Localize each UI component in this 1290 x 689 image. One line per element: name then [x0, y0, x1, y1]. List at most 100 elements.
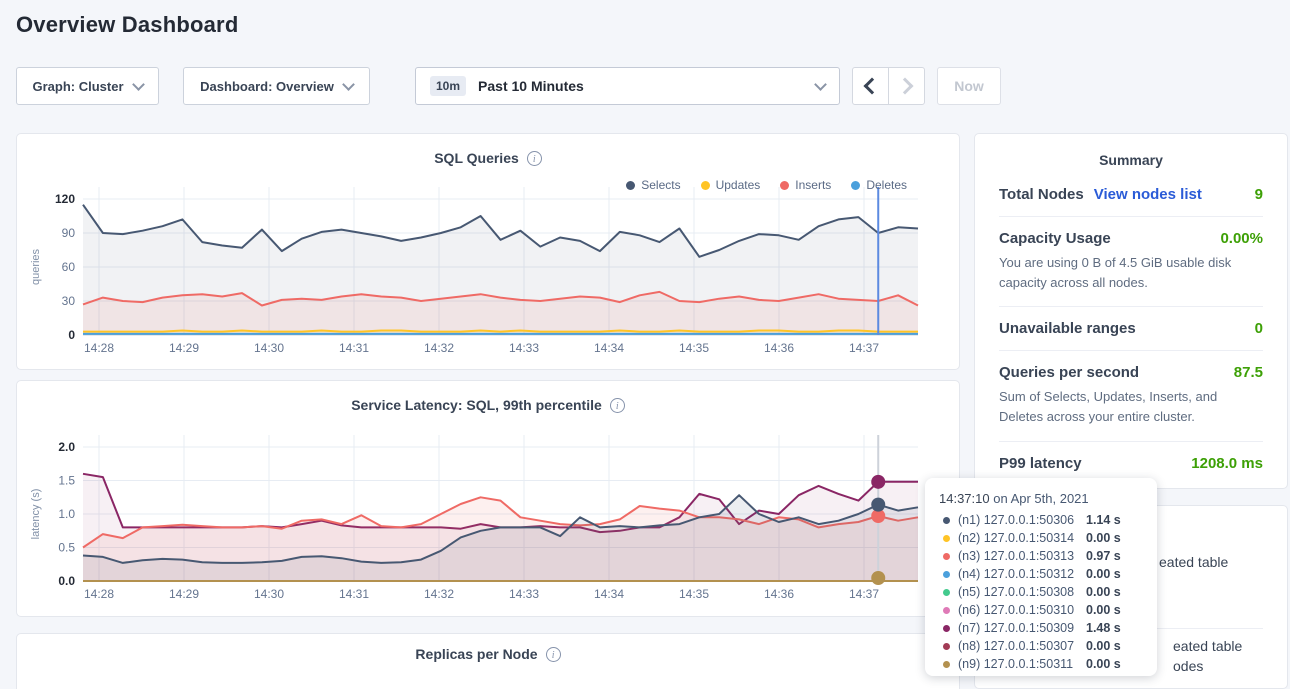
time-range-badge: 10m: [430, 76, 466, 96]
total-nodes-value: 9: [1255, 186, 1263, 203]
sql-queries-chart[interactable]: 14:2814:2914:3014:3114:3214:3314:3414:35…: [17, 134, 961, 371]
chevron-down-icon: [132, 78, 145, 91]
overview-dashboard-page: Overview Dashboard Graph: Cluster Dashbo…: [0, 0, 1290, 689]
service-latency-panel: Service Latency: SQL, 99th percentile i …: [16, 380, 960, 617]
svg-text:14:30: 14:30: [254, 341, 284, 355]
inserts-dot-icon: [780, 181, 789, 190]
now-button-disabled[interactable]: Now: [937, 67, 1001, 105]
tooltip-node-value: 0.00 s: [1086, 657, 1121, 671]
legend-item-deletes[interactable]: Deletes: [851, 178, 907, 192]
tooltip-row: (n3) 127.0.0.1:503130.97 s: [939, 547, 1143, 565]
node-dot-icon: [943, 607, 950, 614]
updates-dot-icon: [701, 181, 710, 190]
chevron-right-icon: [897, 78, 914, 95]
svg-text:latency (s): latency (s): [30, 489, 42, 540]
tooltip-node-label: (n6) 127.0.0.1:50310: [958, 603, 1082, 617]
tooltip-row: (n4) 127.0.0.1:50312 0.00 s: [939, 565, 1143, 583]
chevron-left-icon: [864, 78, 881, 95]
svg-text:14:36: 14:36: [764, 341, 794, 355]
svg-text:14:33: 14:33: [509, 587, 539, 601]
svg-text:14:30: 14:30: [254, 587, 284, 601]
replicas-per-node-panel: Replicas per Node i: [16, 633, 960, 689]
tooltip-row: (n6) 127.0.0.1:503100.00 s: [939, 601, 1143, 619]
deletes-dot-icon: [851, 181, 860, 190]
service-latency-chart[interactable]: 14:28 14:29 14:30 14:31 14:32 14:33 14:34 14:35…: [17, 381, 961, 618]
info-icon[interactable]: i: [527, 151, 542, 166]
event-item-fragment[interactable]: odes: [1173, 658, 1203, 674]
chevron-down-icon: [814, 78, 827, 91]
node-dot-icon: [943, 589, 950, 596]
event-item-fragment[interactable]: eated table: [1173, 638, 1242, 654]
legend-item-selects[interactable]: Selects: [626, 178, 680, 192]
svg-text:0.5: 0.5: [58, 541, 75, 555]
summary-panel: Summary Total Nodes View nodes list 9 Ca…: [974, 133, 1288, 489]
svg-text:1.0: 1.0: [58, 507, 75, 521]
tooltip-node-value: 0.00 s: [1086, 567, 1121, 581]
page-title: Overview Dashboard: [16, 12, 238, 38]
tooltip-row: (n2) 127.0.0.1:50314 0.00 s: [939, 529, 1143, 547]
tooltip-node-label: (n4) 127.0.0.1:50312: [958, 567, 1082, 581]
dashboard-selector-dropdown[interactable]: Dashboard: Overview: [183, 67, 370, 105]
service-latency-title: Service Latency: SQL, 99th percentile: [351, 397, 602, 413]
total-nodes-label: Total Nodes: [999, 186, 1084, 203]
svg-text:14:29: 14:29: [169, 587, 199, 601]
svg-text:14:32: 14:32: [424, 341, 454, 355]
svg-text:14:35: 14:35: [679, 587, 709, 601]
svg-text:2.0: 2.0: [58, 440, 75, 454]
tooltip-node-label: (n9) 127.0.0.1:50311: [958, 657, 1082, 671]
node-dot-icon: [943, 517, 950, 524]
svg-text:14:37: 14:37: [849, 341, 879, 355]
view-nodes-list-link[interactable]: View nodes list: [1094, 186, 1202, 203]
legend-item-updates[interactable]: Updates: [701, 178, 761, 192]
tooltip-node-value: 1.14 s: [1086, 513, 1121, 527]
tooltip-row: (n9) 127.0.0.1:50311 0.00 s: [939, 655, 1143, 673]
svg-text:0: 0: [68, 328, 75, 342]
time-back-button[interactable]: [852, 67, 889, 105]
tooltip-row: (n5) 127.0.0.1:503080.00 s: [939, 583, 1143, 601]
svg-text:60: 60: [62, 260, 76, 274]
info-icon[interactable]: i: [546, 647, 561, 662]
tooltip-node-label: (n8) 127.0.0.1:50307: [958, 639, 1082, 653]
replicas-per-node-title: Replicas per Node: [415, 646, 537, 662]
node-dot-icon: [943, 643, 950, 650]
capacity-usage-description: You are using 0 B of 4.5 GiB usable disk…: [999, 253, 1263, 293]
svg-text:14:28: 14:28: [84, 587, 114, 601]
unavailable-ranges-row: Unavailable ranges 0: [999, 306, 1263, 350]
svg-text:30: 30: [62, 294, 76, 308]
tooltip-row: (n1) 127.0.0.1:50306 1.14 s: [939, 511, 1143, 529]
event-item-fragment[interactable]: eated table: [1159, 554, 1228, 570]
svg-text:90: 90: [62, 226, 76, 240]
legend-item-inserts[interactable]: Inserts: [780, 178, 831, 192]
tooltip-node-value: 0.00 s: [1086, 585, 1121, 599]
tooltip-timestamp: 14:37:10 on Apr 5th, 2021: [939, 491, 1143, 506]
now-button-label: Now: [954, 78, 984, 94]
tooltip-row: (n8) 127.0.0.1:50307 0.00 s: [939, 637, 1143, 655]
queries-per-second-value: 87.5: [1234, 364, 1263, 381]
tooltip-node-value: 0.00 s: [1086, 531, 1121, 545]
svg-text:14:34: 14:34: [594, 341, 624, 355]
tooltip-node-value: 1.48 s: [1086, 621, 1121, 635]
svg-text:14:31: 14:31: [339, 587, 369, 601]
svg-text:1.5: 1.5: [58, 474, 75, 488]
svg-text:14:32: 14:32: [424, 587, 454, 601]
sql-queries-title: SQL Queries: [434, 150, 519, 166]
time-forward-button-disabled[interactable]: [888, 67, 925, 105]
info-icon[interactable]: i: [610, 398, 625, 413]
svg-text:14:34: 14:34: [594, 587, 624, 601]
svg-text:14:28: 14:28: [84, 341, 114, 355]
summary-title: Summary: [999, 152, 1263, 182]
tooltip-node-value: 0.00 s: [1086, 639, 1121, 653]
svg-text:14:33: 14:33: [509, 341, 539, 355]
time-range-picker[interactable]: 10m Past 10 Minutes: [415, 67, 840, 105]
graph-selector-label: Graph: Cluster: [32, 79, 123, 94]
tooltip-node-label: (n1) 127.0.0.1:50306: [958, 513, 1082, 527]
unavailable-ranges-label: Unavailable ranges: [999, 320, 1136, 337]
tooltip-node-label: (n2) 127.0.0.1:50314: [958, 531, 1082, 545]
svg-text:14:36: 14:36: [764, 587, 794, 601]
svg-text:14:31: 14:31: [339, 341, 369, 355]
tooltip-row: (n7) 127.0.0.1:503091.48 s: [939, 619, 1143, 637]
node-dot-icon: [943, 535, 950, 542]
queries-per-second-description: Sum of Selects, Updates, Inserts, and De…: [999, 387, 1263, 427]
node-dot-icon: [943, 553, 950, 560]
graph-selector-dropdown[interactable]: Graph: Cluster: [16, 67, 159, 105]
